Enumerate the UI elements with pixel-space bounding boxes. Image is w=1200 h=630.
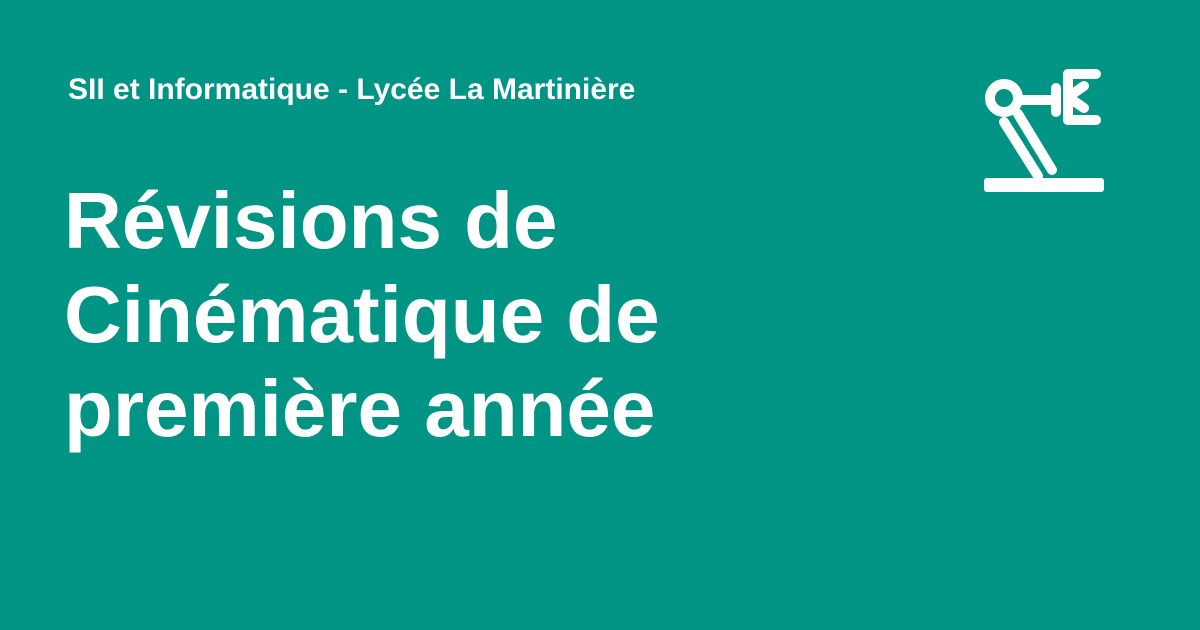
site-name: SII et Informatique - Lycée La Martinièr… [68, 73, 636, 106]
robot-arm-icon [984, 69, 1104, 192]
social-card: SII et Informatique - Lycée La Martinièr… [0, 0, 1200, 630]
page-title: Révisions de Cinématique de première ann… [64, 176, 660, 453]
